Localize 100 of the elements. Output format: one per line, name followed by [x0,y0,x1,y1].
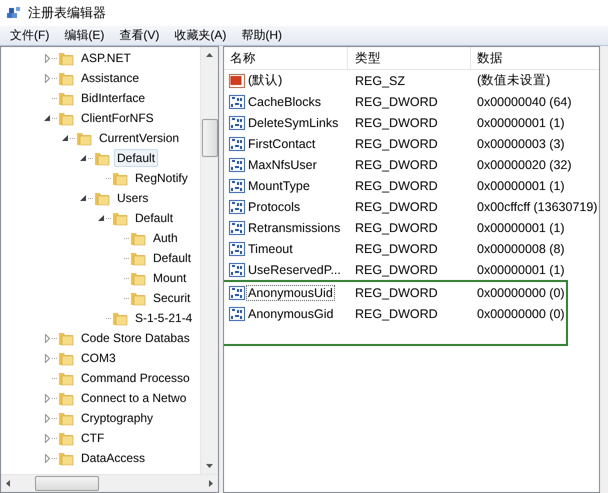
tree-item[interactable]: BidInterface [78,89,148,107]
value-name[interactable]: Timeout [246,240,295,256]
expand-triangle-icon[interactable] [44,454,50,462]
binary-value-icon [229,262,245,278]
value-name[interactable]: AnonymousUid [246,284,335,300]
value-name[interactable]: AnonymousGid [246,306,336,322]
horizontal-scrollbar[interactable] [1,474,218,492]
collapse-triangle-icon[interactable] [80,195,86,201]
collapse-triangle-icon[interactable] [98,215,104,221]
expand-triangle-icon[interactable] [44,54,50,62]
vertical-scrollbar[interactable] [200,47,218,474]
menu-item[interactable]: 查看(V) [113,27,168,44]
expand-triangle-icon[interactable] [44,334,50,342]
scroll-left-arrow-icon[interactable] [6,480,10,487]
tree-item[interactable]: S-1-5-21-4 [132,309,196,327]
tree-item[interactable]: Default [150,249,194,267]
folder-icon [112,170,128,186]
value-name[interactable]: MountType [246,178,312,194]
tree-item[interactable]: Securit [150,289,194,307]
tree-item[interactable]: Users [114,189,152,207]
folder-icon [112,210,128,226]
scroll-down-arrow-icon[interactable] [206,464,213,468]
value-name[interactable]: CacheBlocks [246,94,323,110]
value-type: REG_DWORD [354,178,439,192]
value-data: 0x00000001 (1) [476,262,566,276]
binary-value-icon [229,114,245,130]
folder-icon [58,70,74,86]
tree-item[interactable]: COM3 [78,349,119,367]
expand-triangle-icon[interactable] [44,414,50,422]
tree-item[interactable]: DataAccess [78,449,148,467]
folder-icon [130,270,146,286]
value-type: REG_DWORD [354,116,439,130]
binary-value-icon [229,306,245,322]
scrollbar-thumb[interactable] [202,119,218,157]
value-name[interactable]: MaxNfsUser [246,156,319,172]
value-type: REG_DWORD [354,286,439,300]
value-data: 0x00000003 (3) [476,136,566,150]
tree-item[interactable]: Code Store Databas [78,329,193,347]
scroll-right-arrow-icon[interactable] [209,480,213,487]
tree-item[interactable]: RegNotify [132,169,191,187]
value-name[interactable]: Protocols [246,198,302,214]
string-value-icon [229,72,245,88]
scroll-up-arrow-icon[interactable] [206,53,213,57]
registry-cubes-icon [6,5,22,21]
value-type: REG_DWORD [354,306,439,320]
value-type: REG_SZ [354,74,406,88]
tree-item[interactable]: Default [114,149,158,167]
value-data: 0x00000000 (0) [476,286,566,300]
column-header[interactable]: 名称 [224,47,348,69]
folder-icon [130,290,146,306]
binary-value-icon [229,240,245,256]
tree-item[interactable]: Default [132,209,176,227]
value-type: REG_DWORD [354,220,439,234]
value-name[interactable]: Retransmissions [246,220,342,236]
menu-item[interactable]: 编辑(E) [58,27,114,44]
tree-item[interactable]: ASP.NET [78,49,134,67]
tree-item[interactable]: CTF [78,429,108,447]
folder-icon [94,150,110,166]
tree-item[interactable]: CurrentVersion [96,129,182,147]
folder-icon [58,110,74,126]
value-name[interactable]: UseReservedP... [246,262,343,278]
value-type: REG_DWORD [354,200,439,214]
folder-icon [58,450,74,466]
collapse-triangle-icon[interactable] [62,135,68,141]
value-data: 0x00000008 (8) [476,242,566,256]
value-data: 0x00000001 (1) [476,116,566,130]
value-name[interactable]: FirstContact [246,136,318,152]
menu-item[interactable]: 收藏夹(A) [168,27,236,44]
tree-item[interactable]: ClientForNFS [78,109,157,127]
value-data: 0x00cffcff (13630719) [476,200,598,214]
tree-item[interactable]: Auth [150,229,181,247]
scrollbar-thumb[interactable] [35,476,99,491]
value-data: 0x00000040 (64) [476,94,573,108]
collapse-triangle-icon[interactable] [80,155,86,161]
value-type: REG_DWORD [354,94,439,108]
expand-triangle-icon[interactable] [44,74,50,82]
tree-item[interactable]: Connect to a Netwo [78,389,190,407]
tree-item[interactable]: Assistance [78,69,142,87]
value-name[interactable]: (默认) [246,71,284,90]
column-header[interactable]: 数据 [471,47,599,69]
binary-value-icon [229,284,245,300]
expand-triangle-icon[interactable] [44,394,50,402]
collapse-triangle-icon[interactable] [44,115,50,121]
folder-icon [58,50,74,66]
value-type: REG_DWORD [354,262,439,276]
folder-icon [112,310,128,326]
value-data: 0x00000001 (1) [476,178,566,192]
expand-triangle-icon[interactable] [44,354,50,362]
column-header[interactable]: 类型 [348,47,471,69]
tree-item[interactable]: Mount [150,269,190,287]
value-name[interactable]: DeleteSymLinks [246,114,340,130]
folder-icon [76,130,92,146]
folder-icon [94,190,110,206]
menu-item[interactable]: 文件(F) [4,27,58,44]
tree-item[interactable]: Command Processo [78,369,193,387]
tree-item[interactable]: Cryptography [78,409,156,427]
menu-item[interactable]: 帮助(H) [235,27,291,44]
folder-icon [58,390,74,406]
expand-triangle-icon[interactable] [44,434,50,442]
folder-icon [58,430,74,446]
